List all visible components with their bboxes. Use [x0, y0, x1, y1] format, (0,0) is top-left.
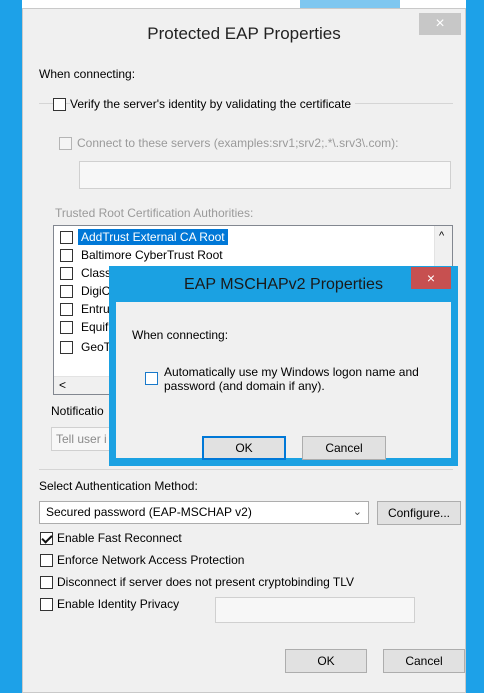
identity-privacy-label: Enable Identity Privacy: [57, 597, 180, 611]
list-item[interactable]: Baltimore CyberTrust Root: [54, 246, 434, 264]
fast-reconnect-checkbox[interactable]: [40, 532, 53, 545]
desktop-background-top: [300, 0, 400, 8]
inner-dialog-body: When connecting: Automatically use my Wi…: [116, 302, 451, 460]
list-item-checkbox[interactable]: [60, 249, 73, 262]
cancel-button[interactable]: Cancel: [383, 649, 465, 673]
scroll-left-icon[interactable]: <: [59, 378, 66, 392]
inner-when-connecting-label: When connecting:: [132, 328, 229, 342]
desktop-background-right: [466, 0, 484, 693]
scroll-up-icon[interactable]: ^: [439, 230, 444, 242]
verify-server-checkbox[interactable]: [53, 98, 66, 111]
auto-logon-label-line1: Automatically use my Windows logon name …: [164, 365, 419, 379]
identity-privacy-checkbox[interactable]: [40, 598, 53, 611]
auto-logon-label: Automatically use my Windows logon name …: [164, 365, 419, 393]
chevron-down-icon: ⌄: [352, 506, 362, 518]
inner-cancel-button[interactable]: Cancel: [302, 436, 386, 460]
auth-method-value: Secured password (EAP-MSCHAP v2): [46, 505, 252, 519]
list-item-checkbox[interactable]: [60, 231, 73, 244]
list-item[interactable]: AddTrust External CA Root: [54, 228, 434, 246]
connect-servers-checkbox[interactable]: [59, 137, 72, 150]
auto-logon-label-line2: password (and domain if any).: [164, 379, 325, 393]
connect-servers-label: Connect to these servers (examples:srv1;…: [77, 136, 399, 150]
enforce-nap-label: Enforce Network Access Protection: [57, 553, 245, 567]
dialog-title: Protected EAP Properties: [23, 9, 465, 57]
identity-privacy-input[interactable]: [215, 597, 415, 623]
connect-servers-input[interactable]: [79, 161, 451, 189]
cryptobinding-label: Disconnect if server does not present cr…: [57, 575, 355, 589]
list-item-checkbox[interactable]: [60, 341, 73, 354]
cryptobinding-checkbox[interactable]: [40, 576, 53, 589]
fast-reconnect-label: Enable Fast Reconnect: [57, 531, 182, 545]
configure-button[interactable]: Configure...: [377, 501, 461, 525]
list-item-checkbox[interactable]: [60, 321, 73, 334]
inner-dialog-title: EAP MSCHAPv2 Properties: [184, 276, 383, 293]
desktop-background-left: [0, 0, 22, 693]
close-icon[interactable]: ×: [419, 13, 461, 35]
enforce-nap-checkbox[interactable]: [40, 554, 53, 567]
list-item-checkbox[interactable]: [60, 303, 73, 316]
when-connecting-label: When connecting:: [39, 67, 136, 81]
inner-ok-button[interactable]: OK: [202, 436, 286, 460]
list-item-checkbox[interactable]: [60, 285, 73, 298]
group-divider-bottom: [39, 469, 453, 470]
ok-button[interactable]: OK: [285, 649, 367, 673]
auto-logon-checkbox[interactable]: [145, 372, 158, 385]
notifications-label: Notificatio: [51, 404, 104, 418]
verify-server-label: Verify the server's identity by validati…: [70, 97, 356, 111]
auth-method-label: Select Authentication Method:: [39, 479, 198, 493]
close-icon[interactable]: ×: [411, 267, 451, 289]
auth-method-select[interactable]: Secured password (EAP-MSCHAP v2) ⌄: [39, 501, 369, 524]
list-item-checkbox[interactable]: [60, 267, 73, 280]
eap-mschapv2-dialog: EAP MSCHAPv2 Properties × When connectin…: [109, 266, 458, 466]
trusted-root-label: Trusted Root Certification Authorities:: [55, 206, 254, 220]
